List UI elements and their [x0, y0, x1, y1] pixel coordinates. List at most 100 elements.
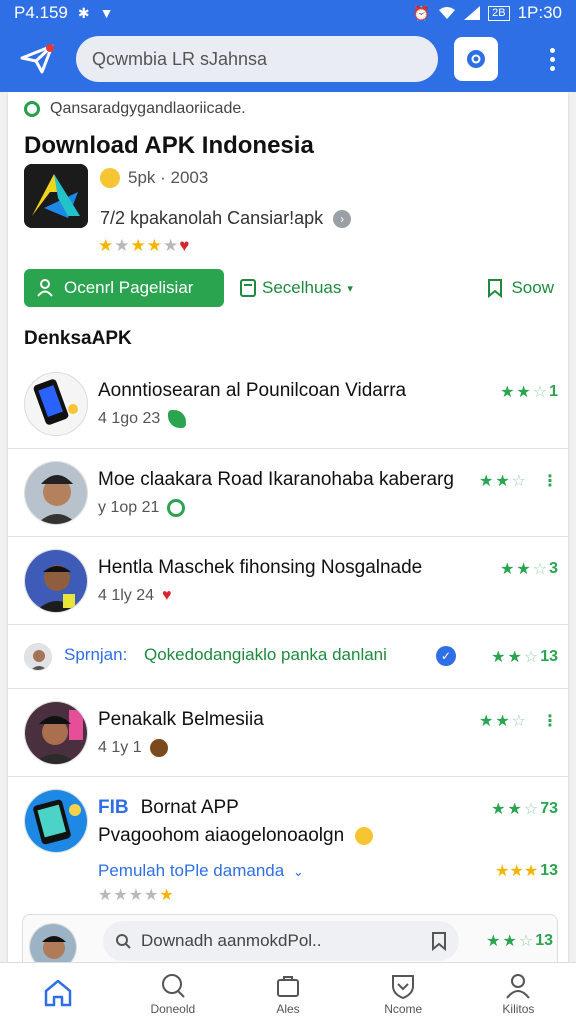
- rating-value: 73: [540, 800, 558, 817]
- document-icon: [240, 279, 256, 297]
- list-item-sub: 4 1ly 24: [98, 587, 155, 604]
- avatar: [24, 701, 88, 765]
- sticker-icon: [149, 739, 168, 757]
- bookmark-icon: [488, 279, 503, 298]
- signal-down-icon: ▼: [99, 5, 114, 21]
- list-item-rating-gold: ★★★ 13: [495, 862, 558, 880]
- nav-favorites[interactable]: Ncome: [346, 963, 461, 1024]
- rating-value: 13: [540, 862, 558, 879]
- status-time-left: P4.159: [14, 3, 68, 22]
- primary-action-label: Ocenrl Pagelisiar: [64, 278, 194, 297]
- rating-value: 1: [549, 383, 558, 400]
- nav-apps[interactable]: Ales: [230, 963, 345, 1024]
- bag-icon: [277, 975, 299, 997]
- list-item-title-text: Bornat APP: [140, 797, 239, 818]
- search-input[interactable]: [92, 48, 422, 70]
- more-menu-icon[interactable]: [540, 39, 564, 79]
- list-item[interactable]: Moe claakara Road Ikaranohaba kaberarg y…: [8, 448, 568, 536]
- content-card: Qansaradgygandlaoriicade. Download APK I…: [8, 92, 568, 964]
- primary-action-button[interactable]: Ocenrl Pagelisiar: [24, 269, 224, 307]
- nav-profile-label: Kilitos: [502, 1001, 535, 1016]
- person-icon: [506, 973, 531, 999]
- list-item-rating: ★ ★ ☆ 13: [491, 648, 558, 666]
- developer-name: 7/2 kpakanolah Cansiar!apk: [100, 208, 324, 228]
- verified-icon: [24, 101, 40, 117]
- list-item-link-text: Pemulah toPle damanda: [98, 861, 285, 880]
- search-bar[interactable]: [76, 36, 438, 82]
- home-icon: [44, 979, 71, 1006]
- cell-signal-icon: [464, 6, 481, 20]
- list-item-title: Moe claakara Road Ikaranohaba kaberarg: [98, 469, 454, 490]
- list-item[interactable]: FIB Bornat APP Pvagoohom aiaogelonoaolgn …: [8, 776, 568, 904]
- app-rating-stars: ★★★★★♥: [98, 236, 191, 255]
- list-item-title: FIB Bornat APP: [98, 797, 239, 819]
- battery-icon: 2B: [488, 5, 510, 21]
- avatar: [24, 461, 88, 525]
- list-item-rating: ★ ★ ☆ 73: [491, 800, 558, 818]
- avatar: [24, 549, 88, 613]
- page-title: Download APK Indonesia: [24, 132, 314, 159]
- bottom-nav: Doneold Ales Ncome Kilitos: [0, 962, 576, 1024]
- section-title: DenksaAPK: [24, 328, 132, 349]
- top-bar: [0, 26, 576, 92]
- avatar: [24, 643, 52, 671]
- list-item-badge: FIB: [98, 797, 129, 818]
- list-item-sub: Pvagoohom aiaogelonoaolgn: [98, 825, 374, 847]
- gear-icon: ✱: [77, 4, 90, 21]
- lens-button[interactable]: [454, 37, 498, 81]
- app-icon[interactable]: [24, 164, 88, 228]
- app-thumbnail: [24, 372, 88, 436]
- nav-profile[interactable]: Kilitos: [461, 963, 576, 1024]
- rating-value: 3: [549, 560, 558, 577]
- list-item-meta: 4 1ly 24 ♥: [98, 587, 172, 605]
- person-icon: [37, 279, 53, 297]
- list-item[interactable]: Hentla Maschek fihonsing Nosgalnade 4 1l…: [8, 536, 568, 624]
- list-item-meta: 4 1y 1: [98, 739, 168, 757]
- secondary-action-button[interactable]: Secelhuas ▾: [240, 278, 353, 298]
- list-item-sub-text: Pvagoohom aiaogelonoaolgn: [98, 825, 345, 846]
- bottom-search-box[interactable]: Downadh aanmokdPol..: [103, 921, 459, 961]
- developer-row[interactable]: 7/2 kpakanolah Cansiar!apk ›: [100, 208, 352, 229]
- bottom-search-row: Downadh aanmokdPol.. ★ ★ ☆ 13: [22, 914, 558, 964]
- list-item[interactable]: Aonntiosearan al Pounilcoan Vidarra 4 1g…: [8, 360, 568, 448]
- nav-download-label: Doneold: [150, 1001, 196, 1016]
- avatar: [29, 923, 77, 964]
- breadcrumb[interactable]: Qansaradgygandlaoriicade.: [24, 100, 246, 118]
- status-time-right: 1P:30: [517, 3, 562, 22]
- list-item[interactable]: Penakalk Belmesiia 4 1y 1 ★ ★ ☆ ⋮: [8, 688, 568, 776]
- save-button[interactable]: Soow: [487, 278, 554, 298]
- lens-icon: [467, 50, 485, 68]
- list-item-rating: ★ ★ ☆ ⋮: [478, 471, 558, 491]
- info-icon[interactable]: ›: [333, 209, 352, 228]
- list-item-sub: 4 1y 1: [98, 739, 142, 756]
- list-item-meta: 4 1go 23: [98, 410, 187, 428]
- list-item-link[interactable]: Pemulah toPle damanda ⌄: [98, 861, 304, 881]
- chevron-down-icon: ⌄: [292, 864, 304, 879]
- emoji-icon: [100, 168, 120, 188]
- rating-value: 13: [540, 648, 558, 665]
- status-bar: P4.159 ✱ ▼ ⏰ 2B 1P:30: [0, 0, 576, 26]
- save-label: Soow: [511, 278, 554, 297]
- row-menu-icon[interactable]: ⋮: [542, 471, 558, 491]
- emoji-icon: [355, 826, 374, 845]
- secondary-action-label: Secelhuas: [262, 278, 342, 297]
- list-item-meta: y 1op 21: [98, 499, 186, 517]
- nav-home[interactable]: [0, 963, 115, 1024]
- list-item-stars: ★★★★★: [98, 887, 175, 904]
- send-logo-icon[interactable]: [18, 40, 56, 78]
- list-item-title: Hentla Maschek fihonsing Nosgalnade: [98, 557, 423, 578]
- bookmark-icon[interactable]: [431, 931, 447, 951]
- alarm-icon: ⏰: [412, 4, 431, 21]
- list-item-title: Qokedodangiaklo panka danlani: [144, 645, 387, 664]
- app-meta: 5pk · 2003: [100, 168, 208, 188]
- list-item-sub: 4 1go 23: [98, 410, 161, 427]
- list-item-sub: y 1op 21: [98, 499, 160, 516]
- heart-icon: ♥: [179, 236, 191, 255]
- search-icon: [116, 934, 131, 949]
- list-item[interactable]: Sprnjan: Qokedodangiaklo panka danlani ✓…: [8, 624, 568, 688]
- action-row: Ocenrl Pagelisiar Secelhuas ▾ Soow: [24, 269, 554, 307]
- app-thumbnail: [24, 789, 88, 853]
- row-menu-icon[interactable]: ⋮: [542, 711, 558, 731]
- nav-download[interactable]: Doneold: [115, 963, 230, 1024]
- list-item-title: Penakalk Belmesiia: [98, 709, 264, 730]
